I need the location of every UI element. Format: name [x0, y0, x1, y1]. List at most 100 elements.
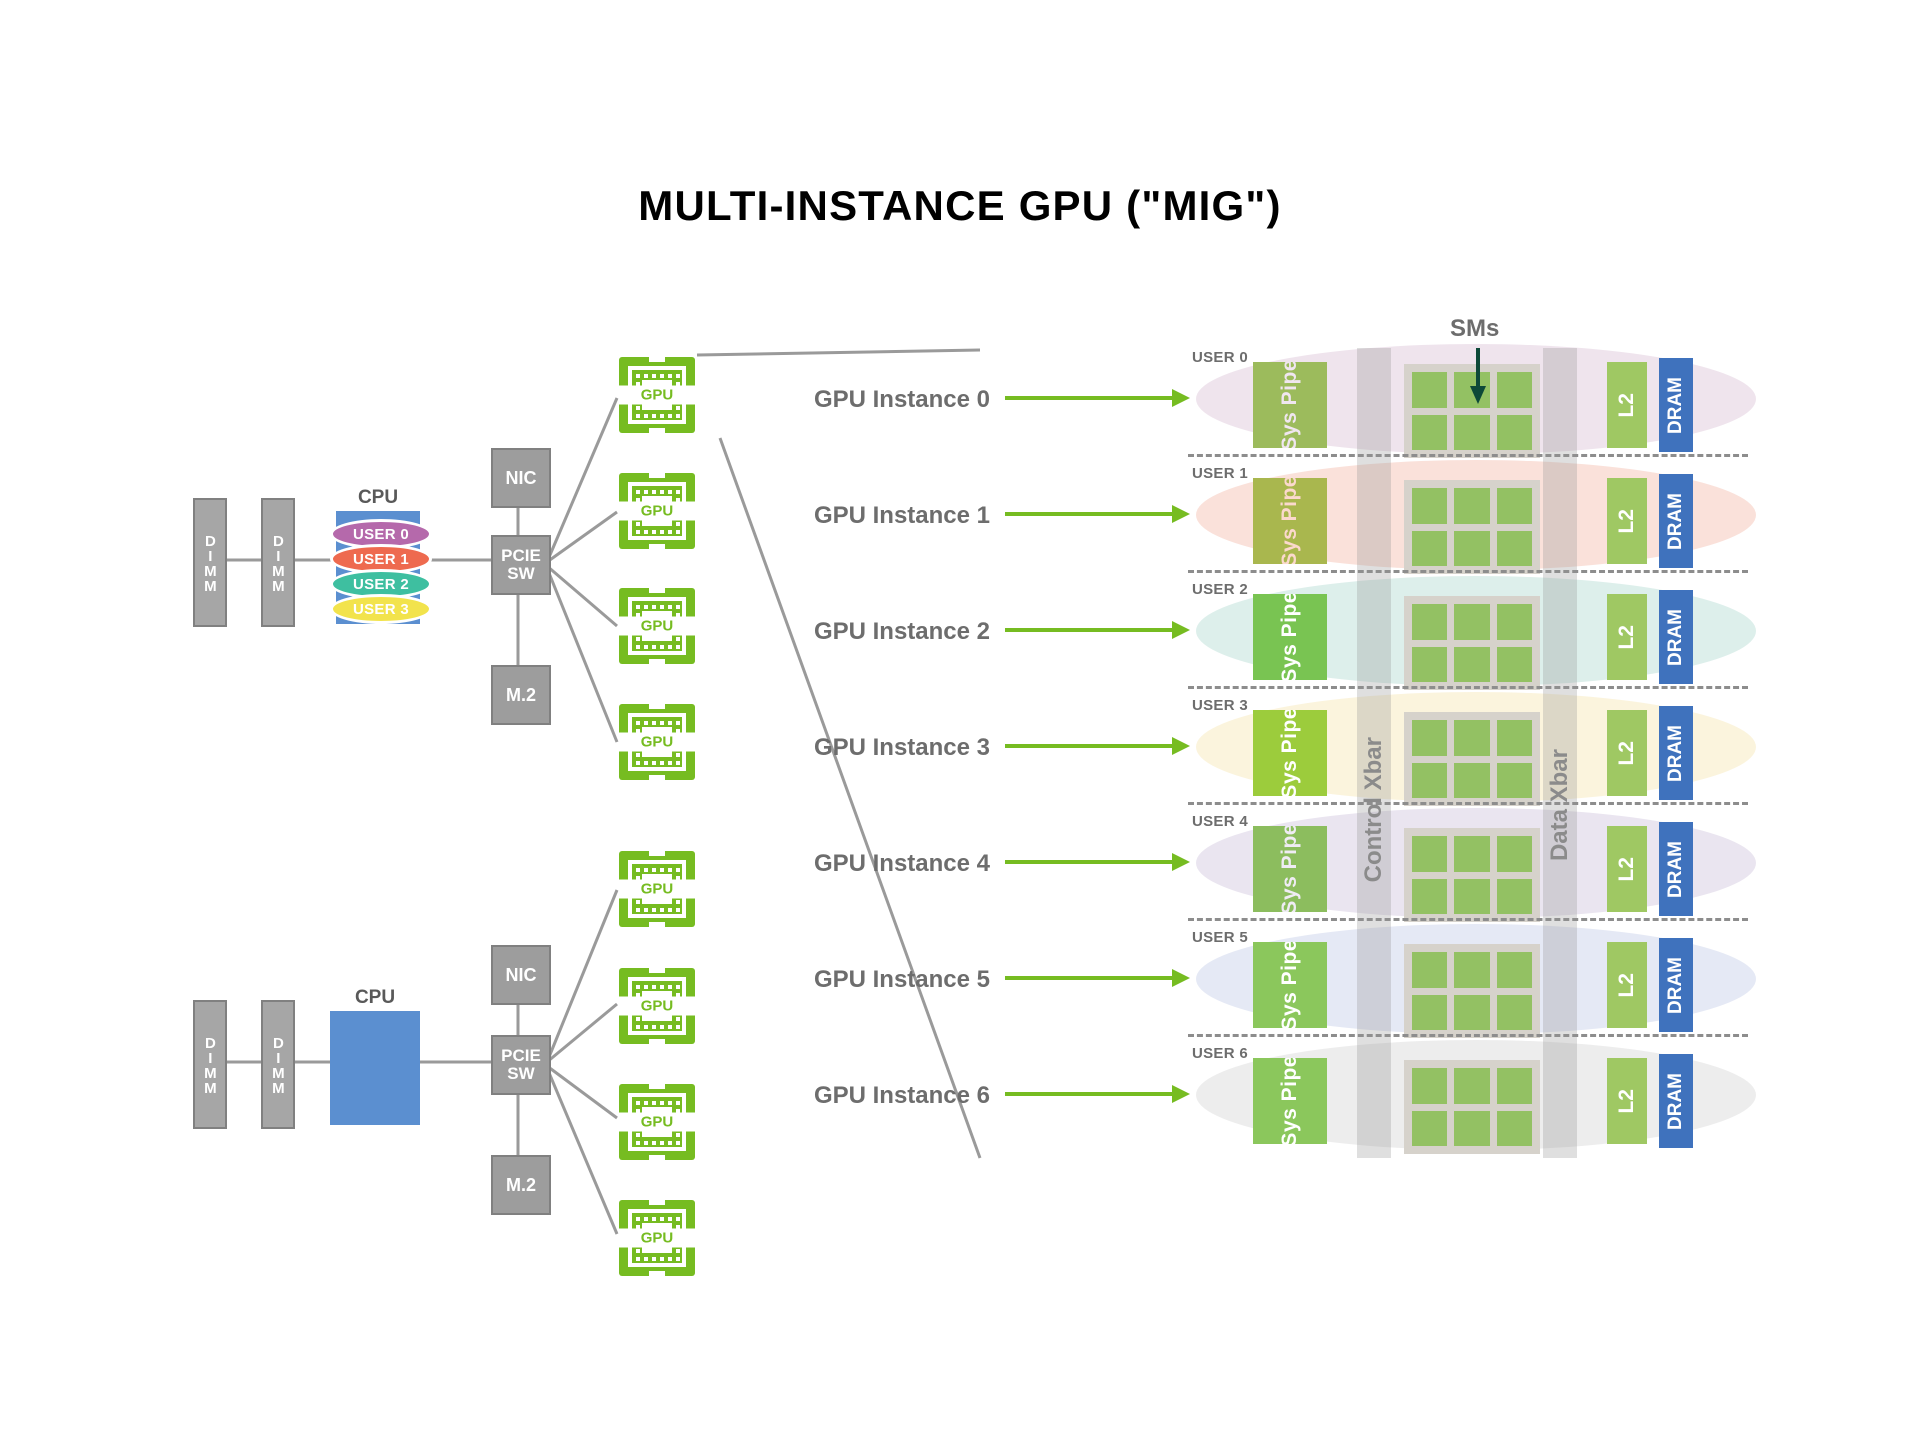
sm-cell — [1412, 720, 1448, 756]
l2-cache-block: L2 — [1607, 942, 1647, 1028]
sys-pipe-block: Sys Pipe — [1253, 362, 1327, 448]
dram-block: DRAM — [1659, 938, 1693, 1032]
sm-cell — [1454, 604, 1490, 640]
dram-block: DRAM — [1659, 822, 1693, 916]
sm-cell — [1454, 530, 1490, 566]
dimm-bottom-1: DIMM — [193, 1000, 227, 1129]
user-label: USER 4 — [1192, 813, 1248, 830]
l2-label: L2 — [1615, 740, 1638, 766]
gpu-instance-label: GPU Instance 2 — [813, 618, 990, 645]
sm-cell — [1496, 762, 1532, 798]
sm-cell — [1454, 1068, 1490, 1104]
sm-grid — [1404, 480, 1540, 574]
cpu-top-label: CPU — [357, 487, 399, 508]
sys-pipe-label: Sys Pipe — [1278, 1058, 1301, 1144]
l2-cache-block: L2 — [1607, 826, 1647, 912]
sm-cell — [1496, 1068, 1532, 1104]
dram-block: DRAM — [1659, 474, 1693, 568]
l2-label: L2 — [1615, 856, 1638, 882]
instance-divider — [1188, 454, 1748, 457]
dram-label: DRAM — [1665, 840, 1686, 898]
nic-top: NIC — [491, 448, 551, 508]
sys-pipe-label: Sys Pipe — [1278, 362, 1301, 448]
cpu-top-box: USER 0 USER 1 USER 2 USER 3 — [330, 511, 432, 624]
sm-cell — [1454, 646, 1490, 682]
sm-cell — [1454, 414, 1490, 450]
dimm-top-1: DIMM — [193, 498, 227, 627]
gpu-instance-label: GPU Instance 1 — [813, 502, 990, 529]
dram-label: DRAM — [1665, 376, 1686, 434]
cpu-bottom-label: CPU — [354, 987, 396, 1008]
user-label: USER 6 — [1192, 1045, 1248, 1062]
sm-cell — [1496, 530, 1532, 566]
sm-grid — [1404, 712, 1540, 806]
sm-cell — [1412, 994, 1448, 1030]
m2-top: M.2 — [491, 665, 551, 725]
sm-cell — [1412, 488, 1448, 524]
sm-cell — [1412, 952, 1448, 988]
sys-pipe-label: Sys Pipe — [1278, 826, 1301, 912]
gpu-chip-top-2: GPU — [619, 588, 695, 664]
pcie-sw-top: PCIE SW — [491, 535, 551, 595]
dram-block: DRAM — [1659, 358, 1693, 452]
nic-bottom: NIC — [491, 945, 551, 1005]
sm-cell — [1496, 994, 1532, 1030]
sm-cell — [1454, 488, 1490, 524]
sm-cell — [1412, 414, 1448, 450]
user-label: USER 3 — [1192, 697, 1248, 714]
l2-label: L2 — [1615, 508, 1638, 534]
gpu-instance-label: GPU Instance 6 — [813, 1082, 990, 1109]
sm-cell — [1454, 994, 1490, 1030]
sm-cell — [1454, 762, 1490, 798]
sm-cell — [1412, 762, 1448, 798]
sm-cell — [1496, 878, 1532, 914]
sm-cell — [1412, 836, 1448, 872]
l2-cache-block: L2 — [1607, 710, 1647, 796]
sm-grid — [1404, 828, 1540, 922]
l2-label: L2 — [1615, 392, 1638, 418]
sm-cell — [1496, 720, 1532, 756]
l2-cache-block: L2 — [1607, 362, 1647, 448]
instance-divider — [1188, 570, 1748, 573]
gpu-chip-top-1: GPU — [619, 473, 695, 549]
sys-pipe-label: Sys Pipe — [1278, 942, 1301, 1028]
sm-cell — [1412, 530, 1448, 566]
sm-cell — [1454, 372, 1490, 408]
m2-bottom: M.2 — [491, 1155, 551, 1215]
diagram-canvas: MULTI-INSTANCE GPU ("MIG") DIMM DIMM CPU… — [0, 0, 1920, 1440]
pcie-sw-bottom: PCIE SW — [491, 1035, 551, 1095]
user-label: USER 1 — [1192, 465, 1248, 482]
sm-grid — [1404, 944, 1540, 1038]
sm-cell — [1412, 878, 1448, 914]
gpu-chip-top-0: GPU — [619, 357, 695, 433]
gpu-chip-bottom-1: GPU — [619, 968, 695, 1044]
dram-label: DRAM — [1665, 1072, 1686, 1130]
sm-cell — [1412, 646, 1448, 682]
sm-cell — [1496, 1110, 1532, 1146]
dimm-bottom-2: DIMM — [261, 1000, 295, 1129]
gpu-chip-top-3: GPU — [619, 704, 695, 780]
sm-cell — [1496, 646, 1532, 682]
sys-pipe-block: Sys Pipe — [1253, 710, 1327, 796]
sys-pipe-block: Sys Pipe — [1253, 478, 1327, 564]
sms-label: SMs — [1450, 315, 1500, 342]
l2-label: L2 — [1615, 624, 1638, 650]
sm-cell — [1454, 1110, 1490, 1146]
dram-label: DRAM — [1665, 492, 1686, 550]
sys-pipe-label: Sys Pipe — [1278, 594, 1301, 680]
l2-label: L2 — [1615, 972, 1638, 998]
sm-grid — [1404, 1060, 1540, 1154]
sm-cell — [1412, 372, 1448, 408]
instance-divider — [1188, 1034, 1748, 1037]
dram-label: DRAM — [1665, 724, 1686, 782]
dram-block: DRAM — [1659, 706, 1693, 800]
gpu-chip-bottom-2: GPU — [619, 1084, 695, 1160]
sm-cell — [1496, 488, 1532, 524]
user-label: USER 0 — [1192, 349, 1248, 366]
instance-divider — [1188, 686, 1748, 689]
sm-cell — [1496, 952, 1532, 988]
l2-cache-block: L2 — [1607, 478, 1647, 564]
cpu-bottom-box — [330, 1011, 420, 1125]
gpu-chip-bottom-3: GPU — [619, 1200, 695, 1276]
l2-cache-block: L2 — [1607, 594, 1647, 680]
